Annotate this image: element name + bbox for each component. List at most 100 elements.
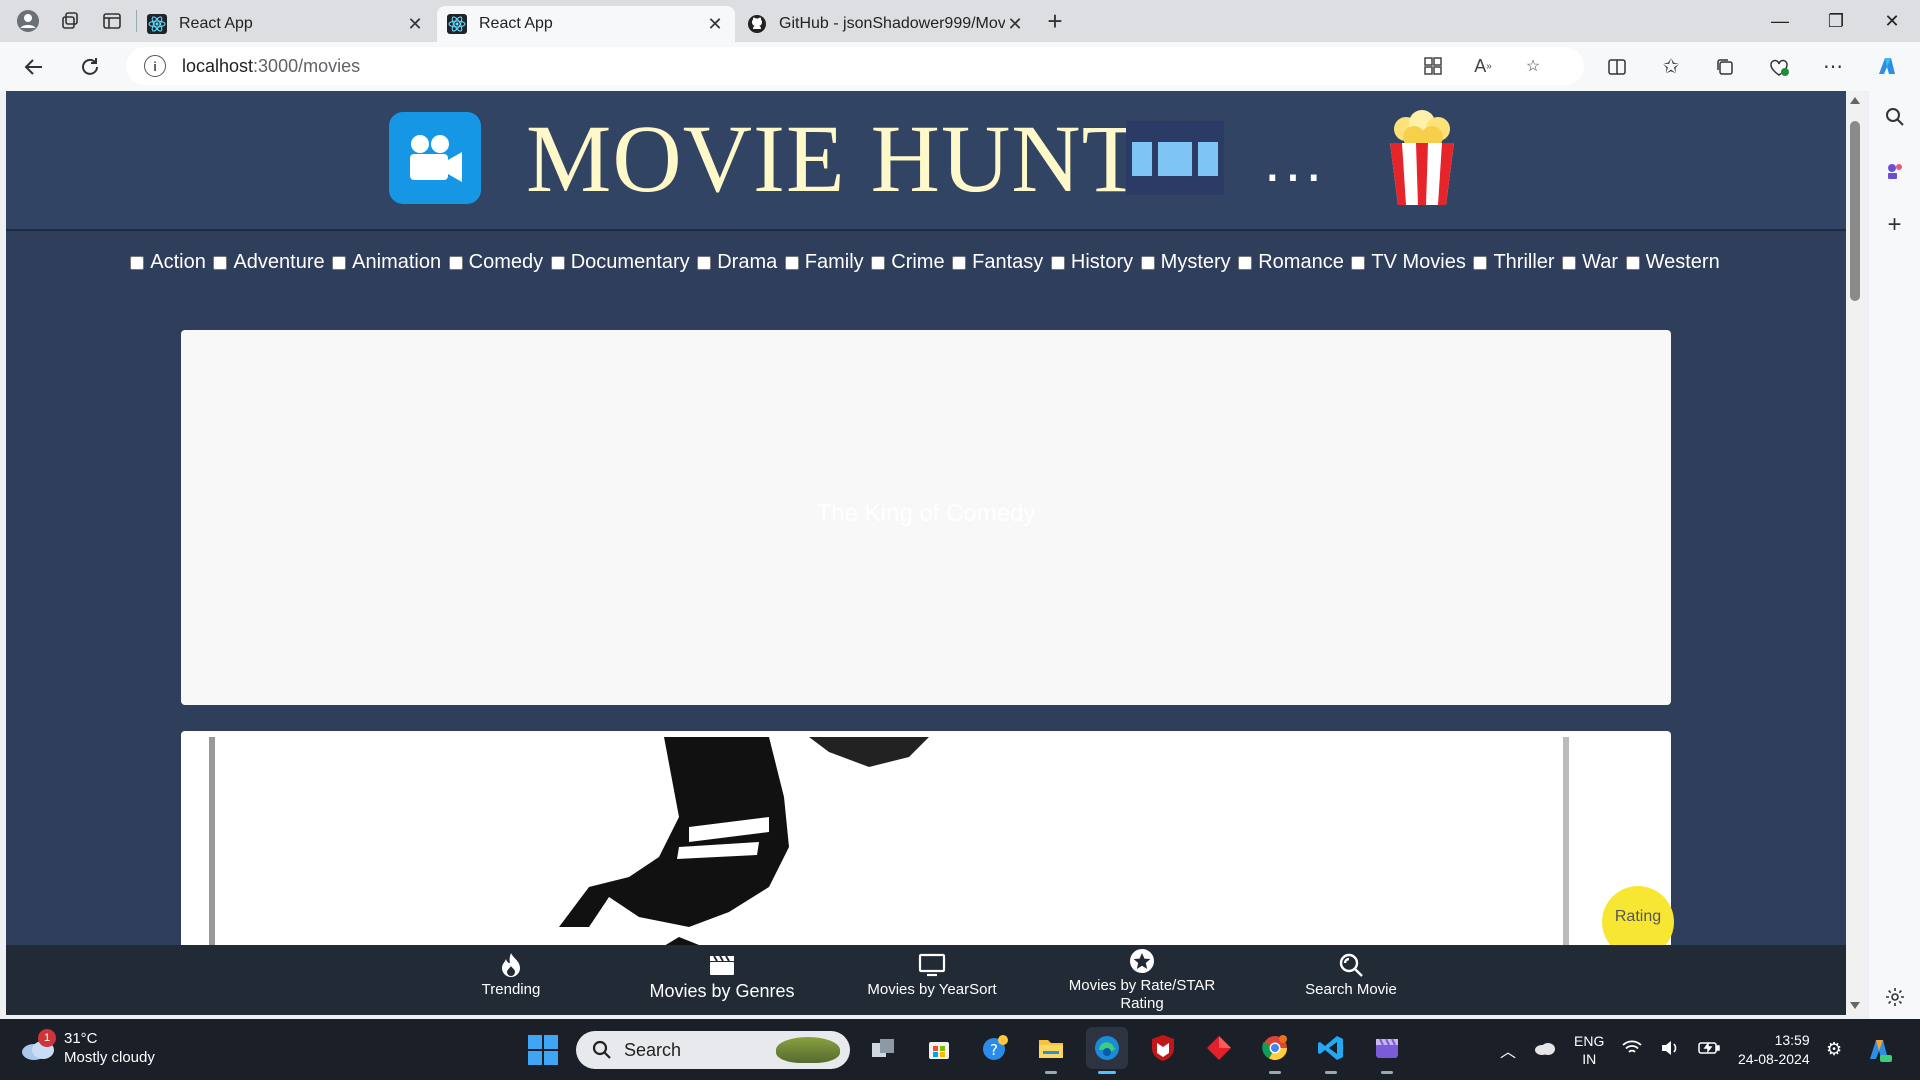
- genre-filter-history[interactable]: History: [1050, 251, 1133, 274]
- browser-essentials-icon[interactable]: [1762, 50, 1796, 84]
- nav-movies-by-genres[interactable]: Movies by Genres: [642, 951, 802, 1002]
- genre-checkbox[interactable]: [697, 255, 712, 270]
- app-available-icon[interactable]: [1422, 55, 1444, 77]
- genre-checkbox[interactable]: [952, 255, 967, 270]
- address-bar[interactable]: i localhost:3000/movies A» ☆: [126, 47, 1584, 85]
- favorite-star-icon[interactable]: ☆: [1522, 55, 1544, 77]
- genre-filter-romance[interactable]: Romance: [1238, 251, 1344, 274]
- settings-gear-icon[interactable]: [1879, 981, 1911, 1013]
- genre-filter-animation[interactable]: Animation: [332, 251, 441, 274]
- workspaces-icon[interactable]: [52, 3, 88, 39]
- wifi-icon[interactable]: [1622, 1040, 1642, 1059]
- movie-card[interactable]: The King of Comedy: [181, 330, 1671, 705]
- genre-filter-family[interactable]: Family: [784, 251, 864, 274]
- page-scrollbar[interactable]: [1846, 91, 1864, 1015]
- minimize-icon[interactable]: —: [1752, 0, 1808, 42]
- genre-filter-documentary[interactable]: Documentary: [550, 251, 690, 274]
- genre-checkbox[interactable]: [871, 255, 886, 270]
- edge-browser-icon[interactable]: [1086, 1027, 1128, 1074]
- get-help-icon[interactable]: ?: [974, 1027, 1016, 1069]
- collections-icon[interactable]: [1708, 50, 1742, 84]
- restore-icon[interactable]: ❐: [1808, 0, 1864, 42]
- genre-checkbox[interactable]: [1625, 255, 1640, 270]
- vscode-icon[interactable]: [1310, 1027, 1352, 1074]
- scroll-up-arrow-icon[interactable]: [1850, 97, 1860, 104]
- genre-checkbox[interactable]: [130, 255, 145, 270]
- nav-label: Movies by Rate/STAR Rating: [1068, 977, 1216, 1012]
- microsoft-store-icon[interactable]: [918, 1027, 960, 1069]
- scrollbar-thumb[interactable]: [1850, 121, 1860, 301]
- weather-widget[interactable]: 1 31°C Mostly cloudy: [20, 1029, 155, 1067]
- close-tab-icon[interactable]: ✕: [1005, 14, 1025, 34]
- genre-filter-action[interactable]: Action: [130, 251, 206, 274]
- notification-settings-icon[interactable]: ⚙: [1826, 1039, 1842, 1060]
- genre-filter-comedy[interactable]: Comedy: [448, 251, 543, 274]
- url-text[interactable]: localhost:3000/movies: [182, 56, 360, 77]
- favorites-icon[interactable]: ✩: [1654, 50, 1688, 84]
- copilot-taskbar-icon[interactable]: [1864, 1035, 1894, 1065]
- clipchamp-icon[interactable]: [1366, 1027, 1408, 1074]
- tab-react-app-2[interactable]: React App ✕: [437, 6, 735, 42]
- genre-checkbox[interactable]: [1140, 255, 1155, 270]
- taskbar-search[interactable]: Search: [576, 1031, 850, 1069]
- nav-search-movie[interactable]: Search Movie: [1271, 951, 1431, 998]
- genre-checkbox[interactable]: [448, 255, 463, 270]
- genre-checkbox[interactable]: [784, 255, 799, 270]
- tab-react-app-1[interactable]: React App ✕: [137, 6, 435, 42]
- genre-checkbox[interactable]: [213, 255, 228, 270]
- onedrive-cloud-icon[interactable]: [1534, 1041, 1556, 1058]
- genre-filter-mystery[interactable]: Mystery: [1140, 251, 1231, 274]
- genre-checkbox[interactable]: [1562, 255, 1577, 270]
- genre-filter-tv-movies[interactable]: TV Movies: [1351, 251, 1466, 274]
- genre-filter-war[interactable]: War: [1562, 251, 1618, 274]
- genre-checkbox[interactable]: [1351, 255, 1366, 270]
- genre-filter-western[interactable]: Western: [1625, 251, 1720, 274]
- volume-icon[interactable]: [1660, 1040, 1680, 1059]
- clock-time: 13:59: [1774, 1032, 1810, 1048]
- nav-trending[interactable]: Trending: [431, 951, 591, 998]
- copilot-icon[interactable]: [1870, 50, 1904, 84]
- genre-filter-adventure[interactable]: Adventure: [213, 251, 325, 274]
- mcafee-icon[interactable]: [1142, 1027, 1184, 1069]
- scroll-down-arrow-icon[interactable]: [1850, 1002, 1860, 1009]
- genre-checkbox[interactable]: [332, 255, 347, 270]
- file-explorer-icon[interactable]: [1030, 1027, 1072, 1074]
- genre-checkbox[interactable]: [1050, 255, 1065, 270]
- genre-filter-fantasy[interactable]: Fantasy: [952, 251, 1043, 274]
- new-tab-icon[interactable]: +: [1037, 3, 1073, 39]
- close-tab-icon[interactable]: ✕: [405, 14, 425, 34]
- tab-github[interactable]: GitHub - jsonShadower999/Movie ✕: [737, 6, 1035, 42]
- genre-filter-crime[interactable]: Crime: [871, 251, 945, 274]
- chrome-icon[interactable]: [1254, 1027, 1296, 1074]
- edge-sidebar: +: [1869, 91, 1920, 1019]
- refresh-icon[interactable]: [70, 47, 110, 87]
- profile-icon[interactable]: [10, 3, 46, 39]
- split-screen-icon[interactable]: [1600, 50, 1634, 84]
- search-icon[interactable]: [1879, 101, 1911, 133]
- close-tab-icon[interactable]: ✕: [705, 14, 725, 34]
- site-info-icon[interactable]: i: [144, 55, 166, 77]
- genre-filter-thriller[interactable]: Thriller: [1473, 251, 1555, 274]
- back-arrow-icon[interactable]: [14, 47, 54, 87]
- language-indicator[interactable]: ENG IN: [1574, 1032, 1604, 1068]
- genre-checkbox[interactable]: [1473, 255, 1488, 270]
- url-host: localhost: [182, 55, 254, 76]
- diamond-app-icon[interactable]: [1198, 1027, 1240, 1069]
- show-hidden-icons-chevron-icon[interactable]: ︿: [1500, 1038, 1516, 1062]
- svg-text:?: ?: [990, 1041, 998, 1059]
- more-options-icon[interactable]: ⋯: [1816, 50, 1850, 84]
- nav-movies-by-yearsort[interactable]: Movies by YearSort: [852, 951, 1012, 998]
- task-view-icon[interactable]: [862, 1027, 904, 1069]
- chess-icon[interactable]: [1879, 155, 1911, 187]
- system-clock[interactable]: 13:59 24-08-2024: [1738, 1031, 1810, 1069]
- windows-start-icon[interactable]: [528, 1035, 558, 1065]
- read-aloud-icon[interactable]: A»: [1472, 55, 1494, 77]
- battery-icon[interactable]: [1698, 1041, 1721, 1058]
- genre-checkbox[interactable]: [550, 255, 565, 270]
- genre-checkbox[interactable]: [1238, 255, 1253, 270]
- tab-actions-icon[interactable]: [94, 3, 130, 39]
- nav-movies-by-rate[interactable]: Movies by Rate/STAR Rating: [1062, 947, 1222, 1013]
- genre-filter-drama[interactable]: Drama: [697, 251, 777, 274]
- close-window-icon[interactable]: ✕: [1864, 0, 1920, 42]
- add-sidebar-app-icon[interactable]: +: [1879, 209, 1911, 241]
